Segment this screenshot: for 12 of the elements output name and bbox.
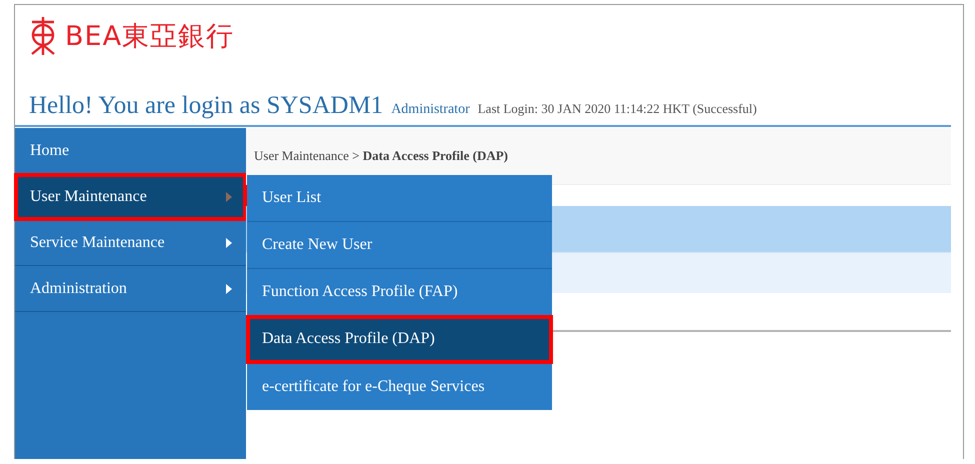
last-login-text: Last Login: 30 JAN 2020 11:14:22 HKT (Successful) bbox=[478, 101, 757, 117]
submenu-item[interactable]: Data Access Profile (DAP) bbox=[247, 316, 552, 363]
emblem-icon bbox=[29, 16, 57, 56]
submenu-item[interactable]: User List bbox=[247, 175, 552, 222]
user-role: Administrator bbox=[391, 102, 470, 118]
sidebar-item[interactable]: Administration bbox=[15, 266, 246, 312]
greeting-title: Hello! You are login as SYSADM1 bbox=[29, 92, 384, 120]
bank-logo-text: BEA東亞銀行 bbox=[65, 20, 234, 54]
sidebar-item[interactable]: User Maintenance bbox=[15, 174, 246, 220]
breadcrumb: User Maintenance > Data Access Profile (DAP) bbox=[254, 148, 508, 164]
submenu-item[interactable]: e-certificate for e-Cheque Services bbox=[247, 363, 552, 410]
submenu-item[interactable]: Create New User bbox=[247, 222, 552, 269]
